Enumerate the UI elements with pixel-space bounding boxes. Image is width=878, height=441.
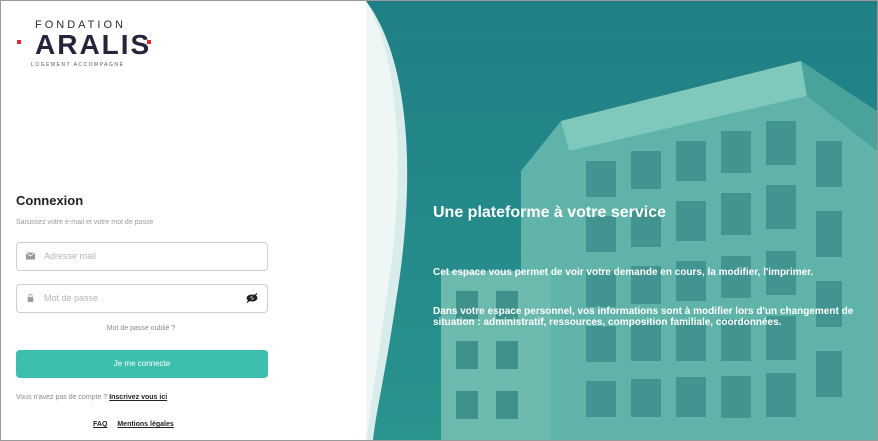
hero-paragraph-2: Dans votre espace personnel, vos informa… <box>433 306 854 328</box>
email-field[interactable]: Adresse mail <box>16 242 268 271</box>
signup-link[interactable]: Inscrivez vous ici <box>109 394 167 401</box>
envelope-icon <box>26 252 35 260</box>
email-placeholder: Adresse mail <box>44 251 97 261</box>
hero-paragraph-1: Cet espace vous permet de voir votre dem… <box>433 267 814 278</box>
login-button[interactable]: Je me connecte <box>16 350 268 378</box>
logo-red-dot-icon <box>147 40 151 44</box>
page-title: Connexion <box>16 193 84 208</box>
faq-link[interactable]: FAQ <box>93 421 107 428</box>
logo-brand: ARALIS <box>35 29 152 60</box>
logo-red-dot-icon <box>17 40 21 44</box>
app-window: Une plateforme à votre service Cet espac… <box>0 0 878 441</box>
login-subtitle: Saisissez votre e-mail et votre mot de p… <box>16 219 154 226</box>
hero-title: Une plateforme à votre service <box>433 204 666 221</box>
password-placeholder: Mot de passe <box>44 293 99 303</box>
lock-icon <box>27 294 34 302</box>
password-field[interactable]: Mot de passe <box>16 284 268 313</box>
fondation-aralis-logo[interactable]: FONDATION ARALIS LOGEMENT ACCOMPAGNÉ <box>15 19 165 68</box>
logo-tagline: LOGEMENT ACCOMPAGNÉ <box>31 62 125 68</box>
footer-links: FAQ Mentions légales <box>93 421 182 428</box>
signup-prompt: Vous n'avez pas de compte ? Inscrivez vo… <box>16 394 167 401</box>
login-panel: FONDATION ARALIS LOGEMENT ACCOMPAGNÉ Con… <box>1 1 366 440</box>
legal-notice-link[interactable]: Mentions légales <box>117 421 173 428</box>
no-account-text: Vous n'avez pas de compte ? <box>16 394 108 401</box>
forgot-password-link[interactable]: Mot de passe oublié ? <box>16 325 266 332</box>
eye-slash-icon[interactable] <box>246 293 258 303</box>
